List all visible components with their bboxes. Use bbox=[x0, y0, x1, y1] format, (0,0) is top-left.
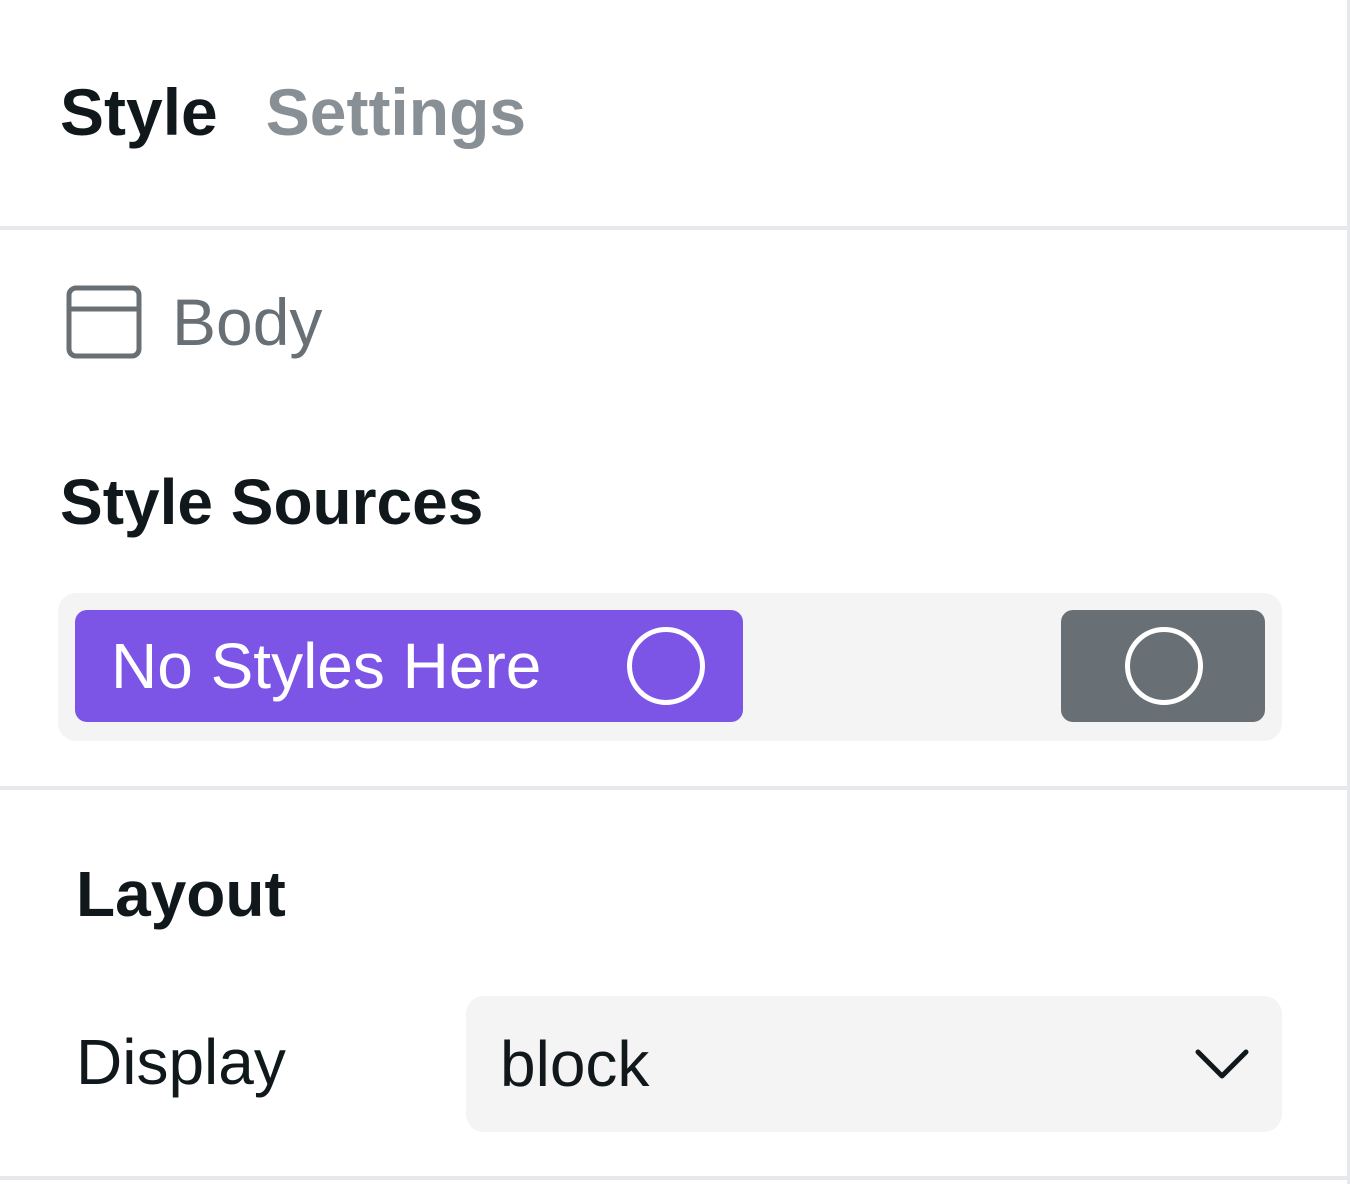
chevron-down-icon bbox=[1195, 1049, 1249, 1079]
header-divider bbox=[0, 226, 1347, 230]
selected-element: Body bbox=[66, 284, 322, 360]
selected-element-label: Body bbox=[172, 285, 323, 359]
style-source-token-label: No Styles Here bbox=[111, 630, 542, 702]
state-button[interactable] bbox=[1061, 610, 1265, 722]
style-sources-input[interactable]: No Styles Here bbox=[58, 593, 1282, 741]
section-divider bbox=[0, 786, 1347, 790]
layout-section-title[interactable]: Layout bbox=[76, 856, 286, 932]
display-select[interactable]: block bbox=[466, 996, 1282, 1132]
style-source-token[interactable]: No Styles Here bbox=[75, 610, 743, 722]
display-property-label[interactable]: Display bbox=[76, 1024, 286, 1100]
style-panel: Style Settings Body Style Sources No Sty… bbox=[0, 0, 1350, 1184]
body-layout-icon bbox=[66, 285, 142, 359]
display-select-value: block bbox=[500, 1028, 650, 1100]
panel-tabs: Style Settings bbox=[60, 72, 526, 152]
circle-icon bbox=[1125, 627, 1203, 705]
bottom-divider bbox=[0, 1176, 1347, 1180]
circle-icon bbox=[627, 627, 705, 705]
tab-settings[interactable]: Settings bbox=[266, 72, 526, 152]
tab-style[interactable]: Style bbox=[60, 72, 218, 152]
style-sources-title: Style Sources bbox=[60, 466, 484, 538]
